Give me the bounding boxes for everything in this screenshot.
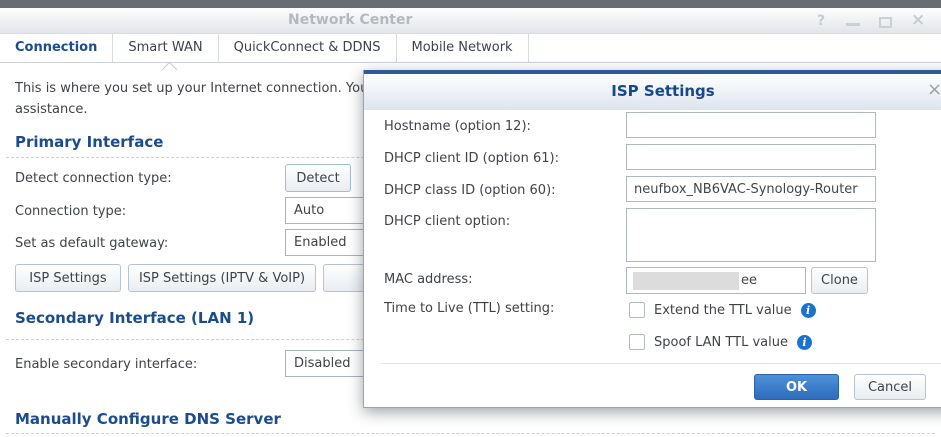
cancel-button[interactable]: Cancel [854, 374, 926, 400]
maximize-icon[interactable] [879, 17, 892, 28]
dhcp-client-option-label: DHCP client option: [384, 214, 510, 229]
isp-settings-button[interactable]: ISP Settings [15, 264, 121, 292]
separator [6, 433, 935, 434]
tab-smart-wan[interactable]: Smart WAN [113, 34, 218, 62]
ttl-setting-label: Time to Live (TTL) setting: [384, 301, 554, 316]
intro-text-line1: This is where you set up your Internet c… [15, 81, 385, 96]
dhcp-class-id-input[interactable] [626, 176, 876, 202]
dhcp-class-id-label: DHCP class ID (option 60): [384, 183, 556, 198]
minimize-icon[interactable] [846, 23, 860, 26]
tab-bar: Connection Smart WAN QuickConnect & DDNS… [0, 33, 941, 63]
isp-settings-dialog: ISP Settings × Hostname (option 12): DHC… [363, 70, 941, 408]
extend-ttl-label: Extend the TTL value [654, 303, 792, 318]
tab-quickconnect-ddns[interactable]: QuickConnect & DDNS [219, 34, 397, 62]
mac-address-label: MAC address: [384, 272, 473, 287]
mac-address-input[interactable]: ee [626, 267, 806, 294]
desktop-top-strip [0, 0, 941, 8]
detect-connection-type-label: Detect connection type: [15, 171, 172, 186]
mac-visible-suffix: ee [741, 273, 757, 288]
extend-ttl-row: Extend the TTL value i [629, 302, 816, 318]
close-icon[interactable]: × [911, 10, 925, 30]
help-icon[interactable]: ? [817, 13, 825, 29]
dialog-close-icon[interactable]: × [927, 79, 941, 100]
hostname-label: Hostname (option 12): [384, 119, 531, 134]
dialog-title: ISP Settings [611, 82, 714, 100]
hostname-input[interactable] [626, 112, 876, 138]
intro-text-line2: assistance. [15, 102, 87, 117]
dialog-header: ISP Settings [364, 74, 941, 110]
isp-settings-iptv-voip-button[interactable]: ISP Settings (IPTV & VoIP) [128, 264, 316, 292]
ok-button[interactable]: OK [754, 374, 839, 400]
spoof-ttl-row: Spoof LAN TTL value i [629, 334, 812, 350]
primary-interface-heading: Primary Interface [15, 133, 163, 151]
secondary-interface-heading: Secondary Interface (LAN 1) [15, 309, 254, 327]
window-title: Network Center [288, 12, 412, 28]
spoof-ttl-label: Spoof LAN TTL value [654, 335, 788, 350]
network-center-window: Network Center ? × Connection Smart WAN … [0, 0, 941, 437]
detect-button[interactable]: Detect [285, 164, 351, 192]
tab-mobile-network[interactable]: Mobile Network [397, 34, 529, 62]
dns-server-heading: Manually Configure DNS Server [15, 410, 281, 428]
mac-redaction-block [633, 272, 739, 290]
dhcp-client-id-input[interactable] [626, 144, 876, 170]
extend-ttl-checkbox[interactable] [629, 302, 645, 318]
active-tab-caret [162, 62, 178, 78]
clone-button[interactable]: Clone [811, 267, 868, 294]
info-icon[interactable]: i [797, 335, 812, 350]
info-icon[interactable]: i [801, 303, 816, 318]
dhcp-client-id-label: DHCP client ID (option 61): [384, 151, 559, 166]
enable-secondary-interface-label: Enable secondary interface: [15, 357, 197, 372]
spoof-ttl-checkbox[interactable] [629, 334, 645, 350]
connection-type-label: Connection type: [15, 204, 126, 219]
dialog-footer-separator [381, 363, 941, 364]
tab-connection[interactable]: Connection [0, 34, 113, 62]
default-gateway-label: Set as default gateway: [15, 236, 168, 251]
dhcp-client-option-textarea[interactable] [626, 208, 876, 262]
window-titlebar: Network Center ? × [0, 8, 941, 33]
